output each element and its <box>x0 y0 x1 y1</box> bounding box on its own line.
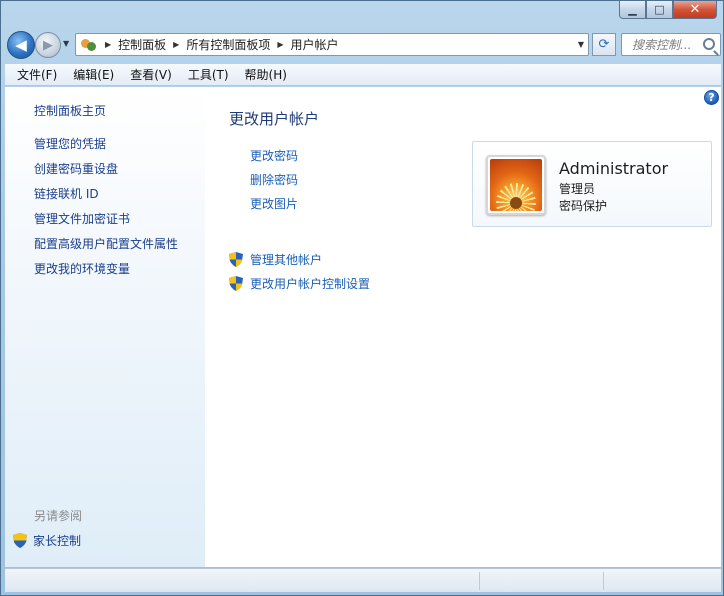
breadcrumb-chevron-icon[interactable]: ▶ <box>277 40 283 49</box>
change-password-link[interactable]: 更改密码 <box>250 149 298 173</box>
status-bar <box>5 568 721 592</box>
search-input[interactable]: 搜索控制... <box>621 33 721 56</box>
main-panel: ? 更改用户帐户 更改密码 删除密码 更改图片 管理其他帐户 更改用户帐户控制设… <box>205 87 721 567</box>
admin-task-links: 管理其他帐户 更改用户帐户控制设置 <box>229 247 370 295</box>
user-name: Administrator <box>559 159 669 178</box>
sidebar-link-password-reset-disk[interactable]: 创建密码重设盘 <box>34 162 178 187</box>
maximize-button[interactable]: □ <box>646 1 673 19</box>
manage-other-accounts-link[interactable]: 管理其他帐户 <box>229 247 370 271</box>
uac-settings-label: 更改用户帐户控制设置 <box>250 276 371 291</box>
address-bar[interactable]: ▶ 控制面板 ▶ 所有控制面板项 ▶ 用户帐户 ▼ <box>75 33 589 56</box>
content-area: 控制面板主页 管理您的凭据 创建密码重设盘 链接联机 ID 管理文件加密证书 配… <box>5 87 721 567</box>
close-button[interactable]: ✕ <box>673 1 717 19</box>
uac-shield-icon <box>229 275 243 291</box>
sidebar-link-online-id[interactable]: 链接联机 ID <box>34 187 178 212</box>
refresh-icon: ⟳ <box>598 37 610 52</box>
change-picture-link[interactable]: 更改图片 <box>250 197 298 221</box>
search-placeholder: 搜索控制... <box>632 38 692 52</box>
minimize-button[interactable]: ▁ <box>619 1 646 19</box>
uac-shield-icon <box>229 251 243 267</box>
breadcrumb-control-panel[interactable]: 控制面板 <box>118 36 166 53</box>
sidebar-links: 管理您的凭据 创建密码重设盘 链接联机 ID 管理文件加密证书 配置高级用户配置… <box>34 137 178 287</box>
refresh-button[interactable]: ⟳ <box>592 33 616 56</box>
status-divider <box>479 572 480 590</box>
menu-view[interactable]: 查看(V) <box>122 66 180 83</box>
parental-controls-label: 家长控制 <box>33 534 82 548</box>
manage-other-accounts-label: 管理其他帐户 <box>250 252 323 267</box>
menu-file[interactable]: 文件(F) <box>9 66 65 83</box>
menu-tools[interactable]: 工具(T) <box>180 66 237 83</box>
forward-button[interactable]: ▶ <box>35 32 61 58</box>
task-pane: 控制面板主页 管理您的凭据 创建密码重设盘 链接联机 ID 管理文件加密证书 配… <box>5 87 205 567</box>
user-role: 管理员 <box>559 182 596 196</box>
sidebar-link-encryption-certificates[interactable]: 管理文件加密证书 <box>34 212 178 237</box>
sidebar-link-parental-controls[interactable]: 家长控制 <box>13 532 81 549</box>
sidebar-link-environment-variables[interactable]: 更改我的环境变量 <box>34 262 178 287</box>
search-icon[interactable] <box>703 38 715 50</box>
remove-password-link[interactable]: 删除密码 <box>250 173 298 197</box>
breadcrumb-chevron-icon[interactable]: ▶ <box>105 40 111 49</box>
page-title: 更改用户帐户 <box>229 110 320 128</box>
flower-picture-icon <box>490 159 542 211</box>
address-dropdown-icon[interactable]: ▼ <box>578 40 584 49</box>
uac-settings-link[interactable]: 更改用户帐户控制设置 <box>229 271 370 295</box>
sidebar-link-control-panel-home[interactable]: 控制面板主页 <box>34 102 106 119</box>
control-panel-icon <box>80 37 98 53</box>
recent-pages-dropdown-icon[interactable]: ▼ <box>63 39 69 48</box>
navigation-bar: ◀ ▶ ▼ ▶ 控制面板 ▶ 所有控制面板项 ▶ 用户帐户 ▼ ⟳ 搜索控制..… <box>5 29 721 61</box>
menu-help[interactable]: 帮助(H) <box>237 66 295 83</box>
see-also-heading: 另请参阅 <box>34 509 83 523</box>
user-accounts-window: ▁ □ ✕ ◀ ▶ ▼ ▶ 控制面板 ▶ 所有控制面板项 ▶ 用户帐户 ▼ ⟳ … <box>0 0 724 596</box>
help-icon[interactable]: ? <box>704 90 719 105</box>
caption-buttons: ▁ □ ✕ <box>619 1 717 19</box>
sidebar-link-manage-credentials[interactable]: 管理您的凭据 <box>34 137 178 162</box>
back-button[interactable]: ◀ <box>7 31 35 59</box>
menu-bar: 文件(F) 编辑(E) 查看(V) 工具(T) 帮助(H) <box>5 64 721 86</box>
account-task-links: 更改密码 删除密码 更改图片 <box>250 149 298 221</box>
breadcrumb-chevron-icon[interactable]: ▶ <box>173 40 179 49</box>
menu-edit[interactable]: 编辑(E) <box>65 66 122 83</box>
status-divider <box>603 572 604 590</box>
breadcrumb-user-accounts[interactable]: 用户帐户 <box>291 36 339 53</box>
uac-shield-icon <box>13 533 27 548</box>
avatar[interactable] <box>486 155 546 215</box>
password-status: 密码保护 <box>559 199 608 213</box>
sidebar-link-profile-properties[interactable]: 配置高级用户配置文件属性 <box>34 237 178 262</box>
breadcrumb-all-items[interactable]: 所有控制面板项 <box>186 36 270 53</box>
user-account-card: Administrator 管理员 密码保护 <box>472 141 712 227</box>
